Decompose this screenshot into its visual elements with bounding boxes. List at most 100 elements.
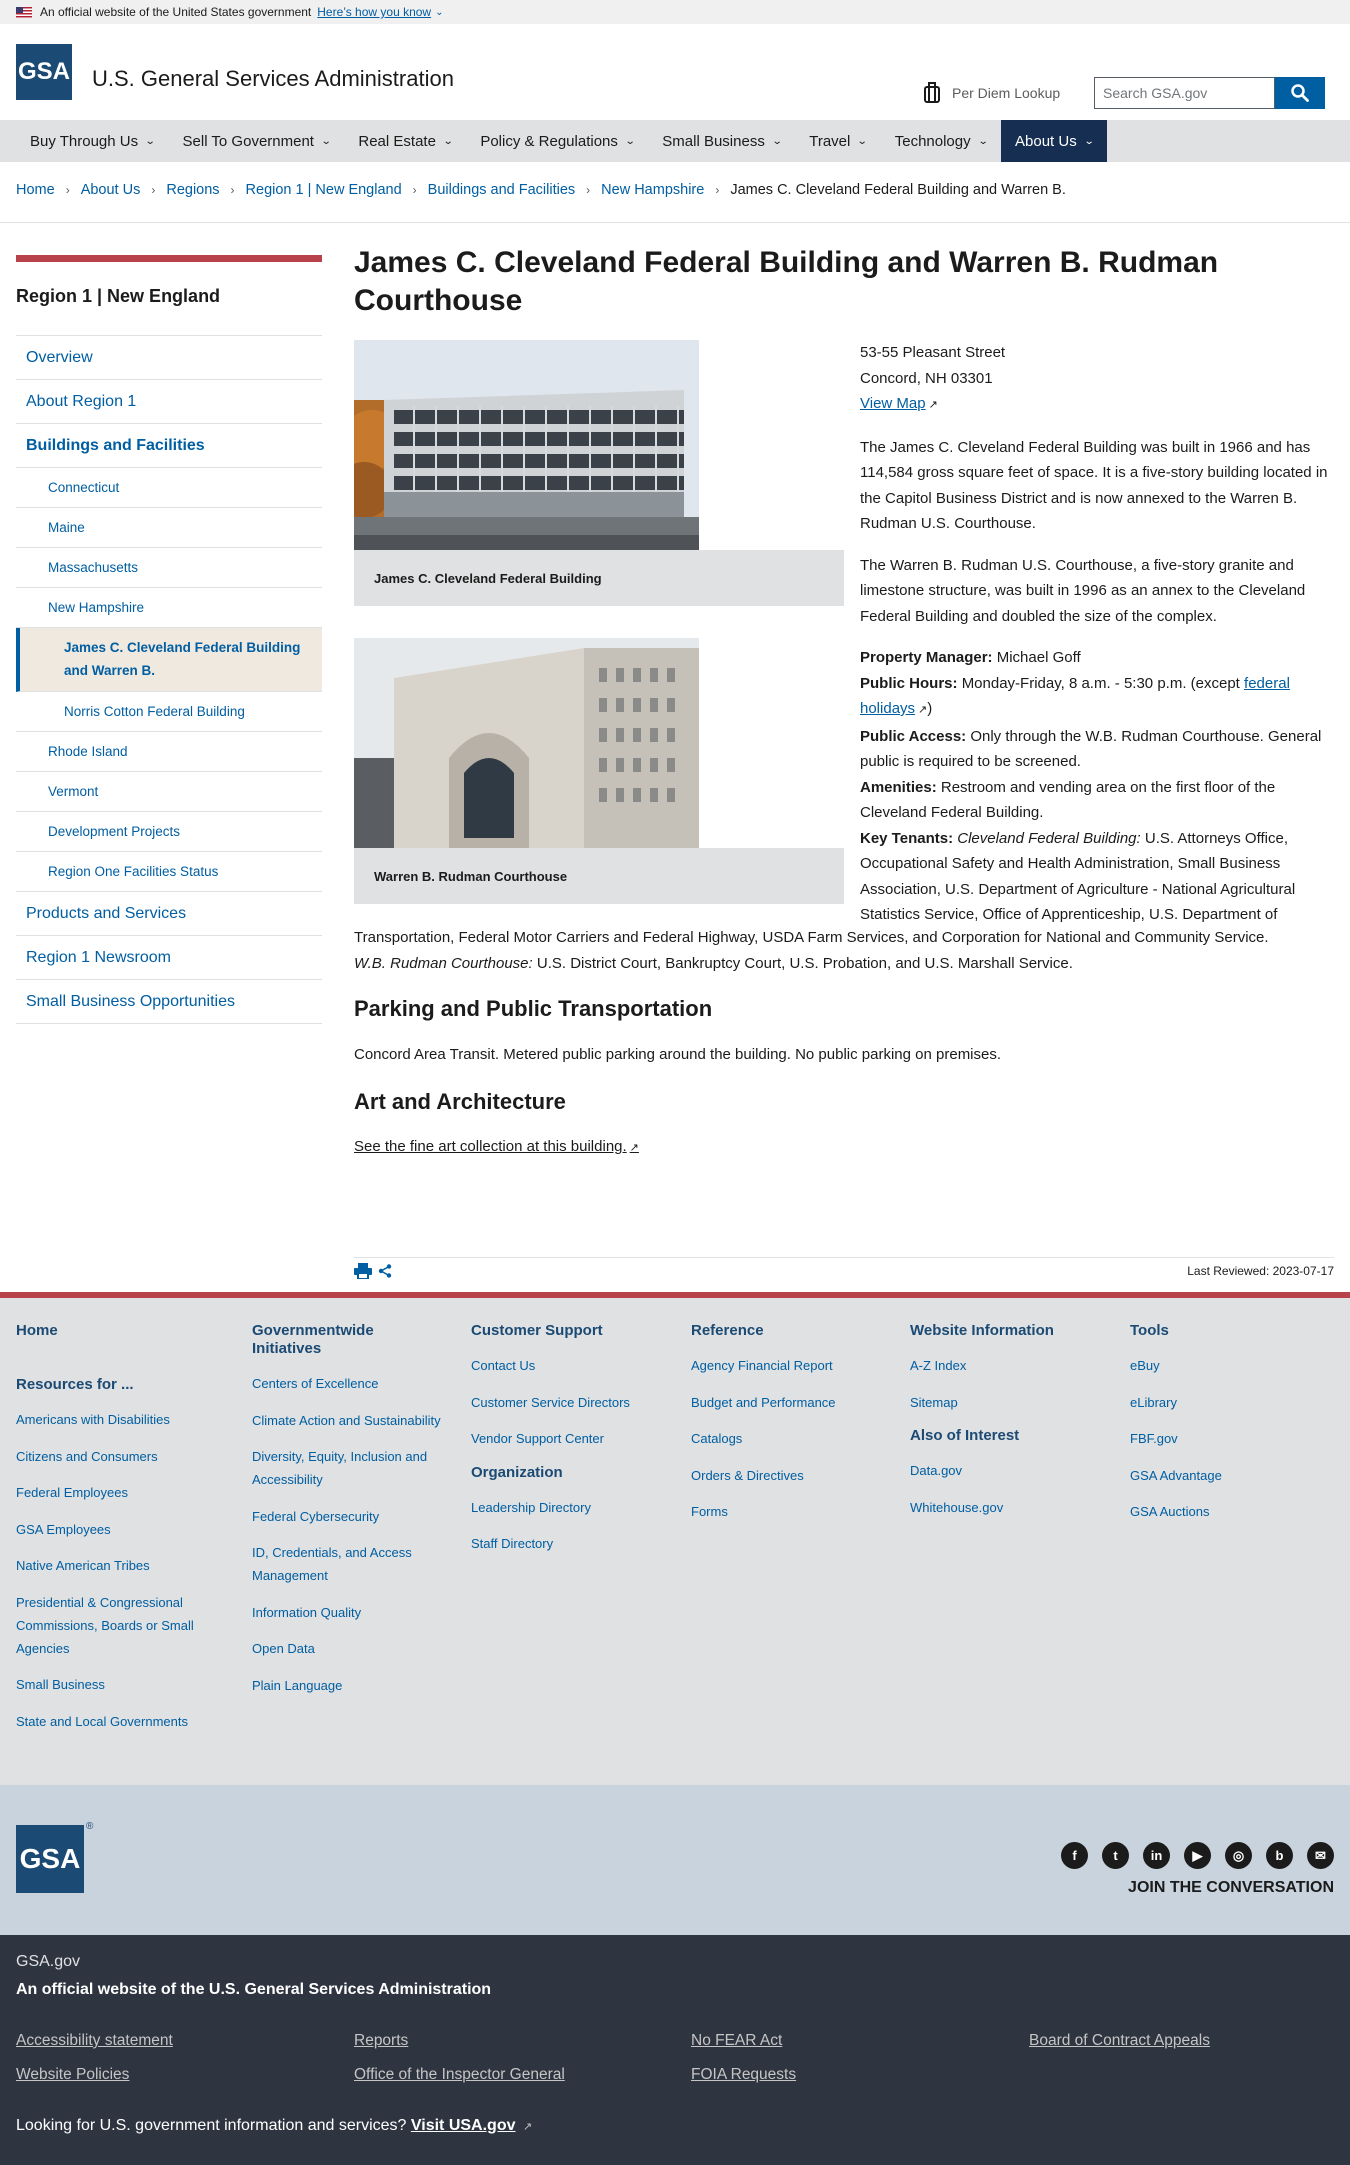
footer-link[interactable]: Forms (691, 1500, 881, 1523)
email-icon[interactable]: ✉ (1307, 1842, 1334, 1869)
footer-link[interactable]: Small Business (16, 1673, 226, 1696)
view-map-link[interactable]: View Map (860, 395, 926, 412)
footer-link[interactable]: A-Z Index (910, 1354, 1100, 1377)
footer-link[interactable]: eLibrary (1130, 1391, 1320, 1414)
sidebar-item-development-projects[interactable]: Development Projects (16, 812, 322, 852)
footer-link[interactable]: Plain Language (252, 1674, 442, 1697)
footer-link[interactable]: Native American Tribes (16, 1554, 226, 1577)
nav-policy-regulations[interactable]: Policy & Regulations ⌄ (466, 120, 648, 162)
breadcrumb-home[interactable]: Home (16, 182, 55, 198)
footer-link[interactable]: Leadership Directory (471, 1496, 661, 1519)
footer-link[interactable]: Sitemap (910, 1391, 1100, 1414)
nav-sell-to-government[interactable]: Sell To Government ⌄ (169, 120, 345, 162)
sidebar-item-massachusetts[interactable]: Massachusetts (16, 548, 322, 588)
sidebar-item-cleveland[interactable]: James C. Cleveland Federal Building and … (16, 628, 322, 692)
footer-link[interactable]: Information Quality (252, 1601, 442, 1624)
footer-link[interactable]: Federal Cybersecurity (252, 1505, 442, 1528)
footer-link[interactable]: GSA Auctions (1130, 1500, 1320, 1523)
sidebar-item-norris-cotton[interactable]: Norris Cotton Federal Building (16, 692, 322, 732)
footer-link[interactable]: Presidential & Congressional Commissions… (16, 1591, 226, 1660)
footer-link[interactable]: Data.gov (910, 1459, 1100, 1482)
breadcrumb-buildings[interactable]: Buildings and Facilities (428, 182, 576, 198)
print-icon[interactable] (354, 1263, 372, 1279)
gsa-logo[interactable]: GSA (16, 44, 72, 100)
breadcrumb-about-us[interactable]: About Us (81, 182, 141, 198)
gov-banner: An official website of the United States… (0, 0, 1350, 24)
per-diem-link[interactable]: Per Diem Lookup (922, 82, 1060, 104)
youtube-icon[interactable]: ▶ (1184, 1842, 1211, 1869)
footer-link[interactable]: State and Local Governments (16, 1710, 226, 1733)
footer-link[interactable]: Contact Us (471, 1354, 661, 1377)
sidebar-item-about-region[interactable]: About Region 1 (16, 380, 322, 424)
search-input[interactable] (1094, 77, 1275, 109)
breadcrumb-regions[interactable]: Regions (166, 182, 219, 198)
nav-buy-through-us[interactable]: Buy Through Us ⌄ (16, 120, 169, 162)
footer-link[interactable]: Centers of Excellence (252, 1372, 442, 1395)
footer-link[interactable]: Orders & Directives (691, 1464, 881, 1487)
visit-usa-gov-link[interactable]: Visit USA.gov (411, 2117, 516, 2134)
sidebar-item-buildings[interactable]: Buildings and Facilities (16, 424, 322, 468)
sidebar-item-products[interactable]: Products and Services (16, 892, 322, 936)
footer-link[interactable]: Federal Employees (16, 1481, 226, 1504)
sidebar-item-new-hampshire[interactable]: New Hampshire (16, 588, 322, 628)
linkedin-icon[interactable]: in (1143, 1842, 1170, 1869)
footer-link[interactable]: Diversity, Equity, Inclusion and Accessi… (252, 1445, 442, 1491)
sidebar-item-small-business[interactable]: Small Business Opportunities (16, 980, 322, 1024)
facebook-icon[interactable]: f (1061, 1842, 1088, 1869)
foia-link[interactable]: FOIA Requests (691, 2066, 796, 2084)
nav-about-us[interactable]: About Us ⌄ (1001, 120, 1108, 162)
nav-small-business[interactable]: Small Business ⌄ (648, 120, 795, 162)
sidebar-item-overview[interactable]: Overview (16, 336, 322, 380)
footer-link[interactable]: ID, Credentials, and Access Management (252, 1541, 442, 1587)
nav-travel[interactable]: Travel ⌄ (795, 120, 881, 162)
search-button[interactable] (1275, 77, 1325, 109)
sidebar-item-facilities-status[interactable]: Region One Facilities Status (16, 852, 322, 892)
footer-gsa-logo[interactable]: GSA (16, 1825, 84, 1893)
twitter-icon[interactable]: t (1102, 1842, 1129, 1869)
blog-icon[interactable]: b (1266, 1842, 1293, 1869)
footer-link[interactable]: Citizens and Consumers (16, 1445, 226, 1468)
breadcrumb-new-hampshire[interactable]: New Hampshire (601, 182, 704, 198)
chevron-down-icon: ⌄ (144, 135, 156, 147)
inspector-general-link[interactable]: Office of the Inspector General (354, 2066, 565, 2084)
footer-link[interactable]: GSA Employees (16, 1518, 226, 1541)
instagram-icon[interactable]: ◎ (1225, 1842, 1252, 1869)
footer-home-link[interactable]: Home (16, 1322, 226, 1340)
sidebar-item-connecticut[interactable]: Connecticut (16, 468, 322, 508)
footer-link[interactable]: FBF.gov (1130, 1427, 1320, 1450)
site-title[interactable]: U.S. General Services Administration (92, 66, 454, 92)
sidebar-item-vermont[interactable]: Vermont (16, 772, 322, 812)
footer-link[interactable]: GSA Advantage (1130, 1464, 1320, 1487)
footer-col-home: Home Resources for ... Americans with Di… (16, 1322, 226, 1746)
nav-technology[interactable]: Technology ⌄ (881, 120, 1001, 162)
sidebar-item-maine[interactable]: Maine (16, 508, 322, 548)
heres-how-link[interactable]: Here’s how you know (317, 5, 431, 19)
footer-link[interactable]: Customer Service Directors (471, 1391, 661, 1414)
us-flag-icon (16, 6, 32, 18)
reports-link[interactable]: Reports (354, 2032, 408, 2050)
public-hours: Public Hours: Monday-Friday, 8 a.m. - 5:… (860, 671, 1328, 724)
share-icon[interactable] (378, 1264, 392, 1278)
breadcrumb-region-1[interactable]: Region 1 | New England (246, 182, 402, 198)
no-fear-act-link[interactable]: No FEAR Act (691, 2032, 782, 2050)
footer-col-website-info: Website Information A-Z Index Sitemap Al… (910, 1322, 1100, 1532)
footer-link[interactable]: Open Data (252, 1637, 442, 1660)
footer-link[interactable]: Vendor Support Center (471, 1427, 661, 1450)
sidebar-item-newsroom[interactable]: Region 1 Newsroom (16, 936, 322, 980)
chevron-down-icon[interactable]: ⌄ (435, 7, 443, 18)
footer-link[interactable]: Staff Directory (471, 1532, 661, 1555)
nav-real-estate[interactable]: Real Estate ⌄ (344, 120, 466, 162)
footer-link[interactable]: Whitehouse.gov (910, 1496, 1100, 1519)
footer-link[interactable]: Budget and Performance (691, 1391, 881, 1414)
official-site-text: An official website of the U.S. General … (16, 1981, 492, 1998)
footer-link[interactable]: Catalogs (691, 1427, 881, 1450)
footer-link[interactable]: eBuy (1130, 1354, 1320, 1377)
board-contract-appeals-link[interactable]: Board of Contract Appeals (1029, 2032, 1210, 2050)
footer-link[interactable]: Climate Action and Sustainability (252, 1409, 442, 1432)
sidebar-item-rhode-island[interactable]: Rhode Island (16, 732, 322, 772)
footer-link[interactable]: Americans with Disabilities (16, 1408, 226, 1431)
accessibility-link[interactable]: Accessibility statement (16, 2032, 173, 2050)
footer-link[interactable]: Agency Financial Report (691, 1354, 881, 1377)
website-policies-link[interactable]: Website Policies (16, 2066, 129, 2084)
fine-art-link[interactable]: See the fine art collection at this buil… (354, 1138, 639, 1155)
